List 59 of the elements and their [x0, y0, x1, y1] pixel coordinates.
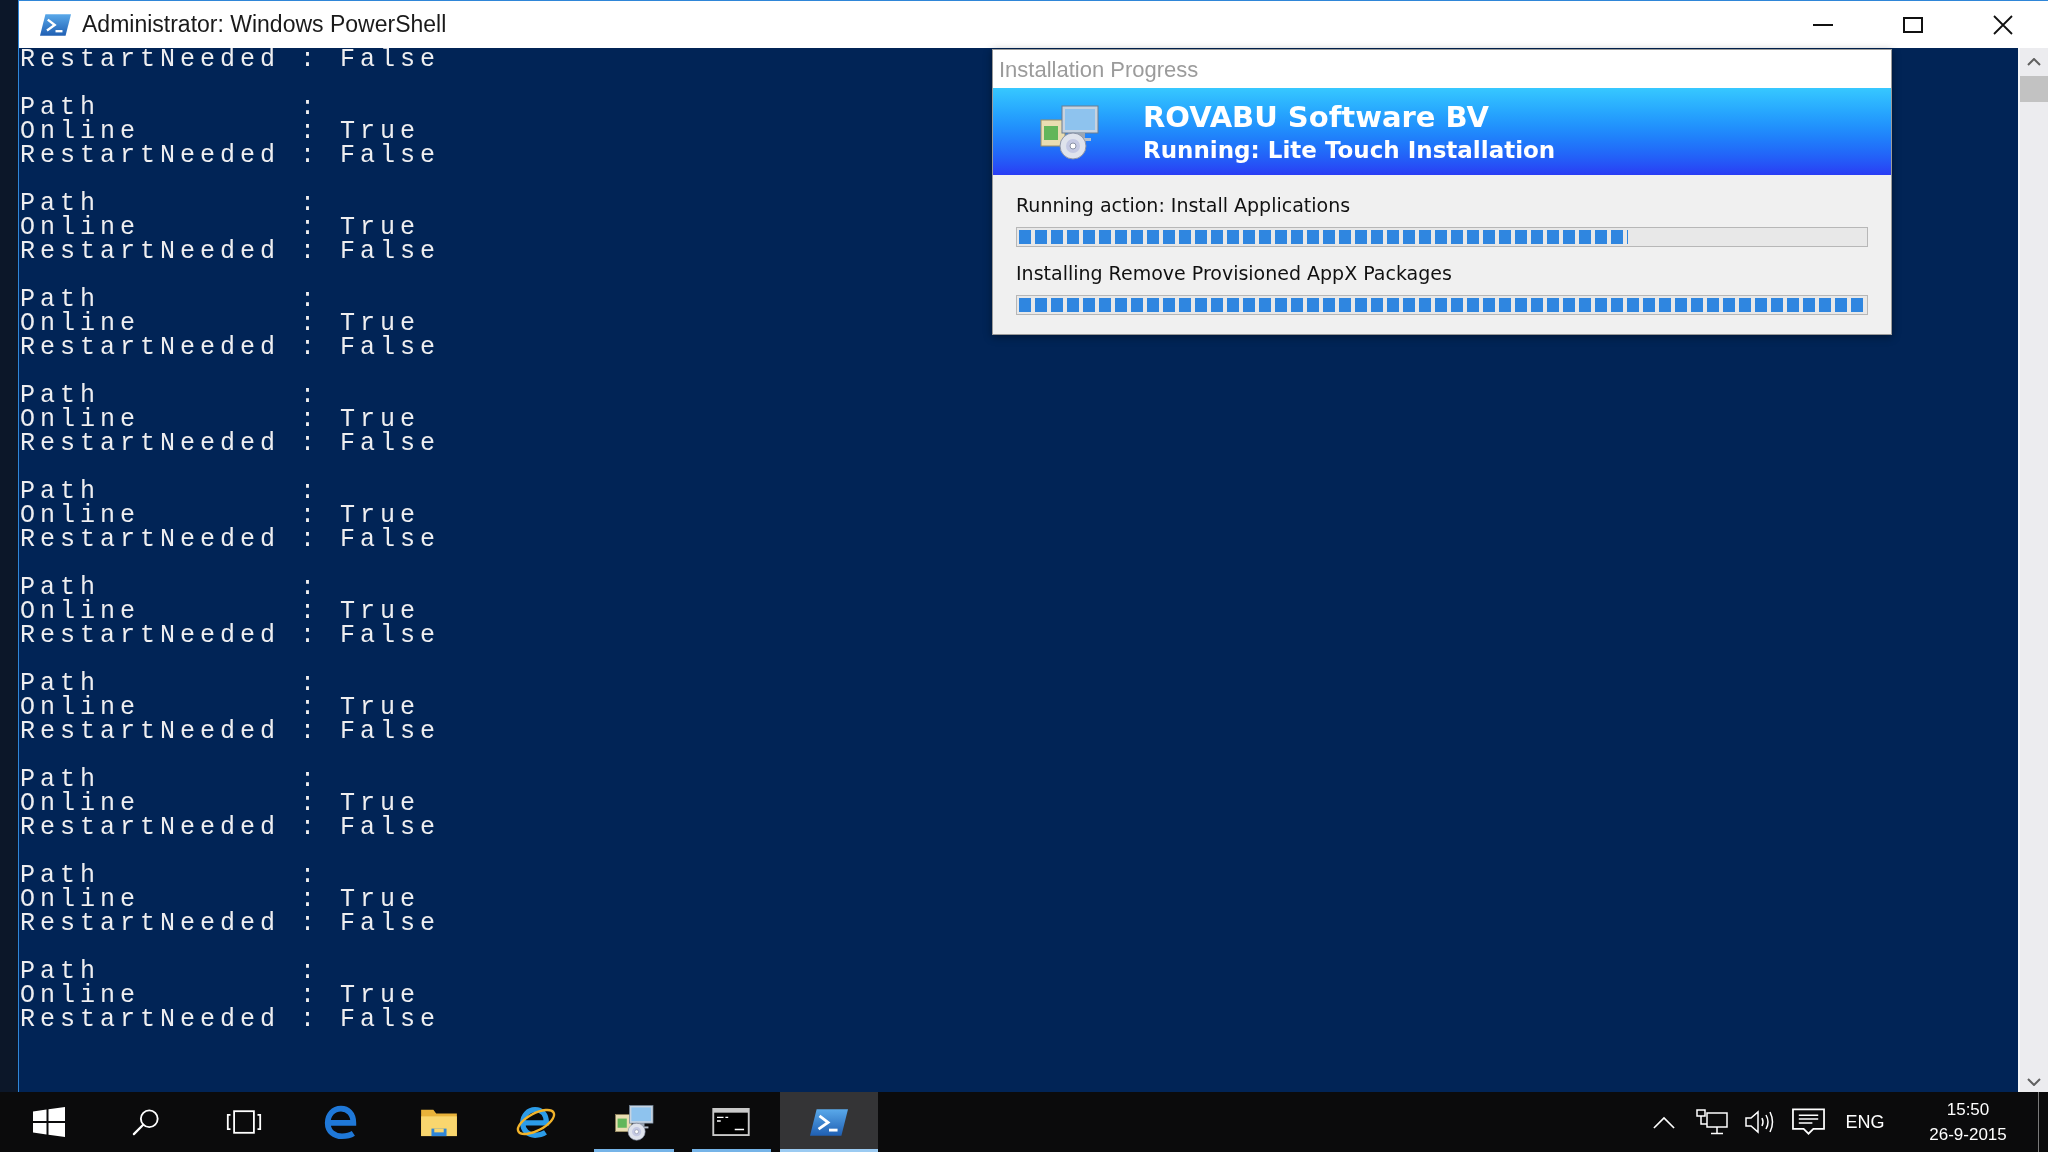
scroll-up-icon[interactable]	[2027, 58, 2041, 66]
windows-logo-icon	[32, 1107, 65, 1137]
console-line: Online : True	[20, 984, 421, 1008]
console-line: Online : True	[20, 696, 421, 720]
prompt-icon	[809, 1108, 848, 1136]
window-title: Administrator: Windows PowerShell	[82, 10, 447, 40]
console-line: Online : True	[20, 408, 421, 432]
console-line: RestartNeeded : False	[20, 48, 441, 72]
scrollbar-track[interactable]	[2018, 48, 2048, 1092]
console-line: Path :	[20, 768, 321, 792]
console-line: Online : True	[20, 216, 421, 240]
computer-disc-icon	[1037, 103, 1101, 160]
console-line: RestartNeeded : False	[20, 720, 441, 744]
console-line: Path :	[20, 480, 321, 504]
message-icon	[1791, 1108, 1825, 1136]
chevron-up-icon	[1653, 1115, 1675, 1129]
console-line: RestartNeeded : False	[20, 912, 441, 936]
console-line: RestartNeeded : False	[20, 624, 441, 648]
scrollbar-thumb[interactable]	[2020, 76, 2048, 102]
console-line: Online : True	[20, 312, 421, 336]
console-line: RestartNeeded : False	[20, 240, 441, 264]
console-line: Online : True	[20, 120, 421, 144]
console-line: Online : True	[20, 600, 421, 624]
progress-label: Running action: Install Applications	[1016, 194, 1351, 216]
clock-button[interactable]: 15:50 26-9-2015	[1898, 1092, 2038, 1152]
console-line: Path :	[20, 576, 321, 600]
dialog-title: Installation Progress	[999, 55, 1199, 84]
terminal-window-icon	[711, 1108, 752, 1136]
console-line: RestartNeeded : False	[20, 528, 441, 552]
prompt-icon	[40, 13, 71, 36]
dialog-subheading: Running: Lite Touch Installation	[1143, 135, 1556, 165]
console-line: Path :	[20, 864, 321, 888]
taskbar-app-button[interactable]	[780, 1092, 878, 1152]
console-line: RestartNeeded : False	[20, 336, 441, 360]
close-icon	[1993, 14, 2013, 35]
maximize-icon	[1903, 16, 1923, 33]
console-line: RestartNeeded : False	[20, 144, 441, 168]
volume-icon	[1744, 1109, 1776, 1135]
scroll-down-icon[interactable]	[2027, 1078, 2041, 1086]
console-line: Path :	[20, 288, 321, 312]
console-line: RestartNeeded : False	[20, 432, 441, 456]
console-line: Online : True	[20, 504, 421, 528]
console-line: Online : True	[20, 888, 421, 912]
network-icon	[1696, 1109, 1728, 1135]
console-line: Path :	[20, 96, 321, 120]
console-line: Path :	[20, 672, 321, 696]
console-line: Online : True	[20, 792, 421, 816]
minimize-icon	[1813, 23, 1833, 26]
task-view-icon	[225, 1109, 262, 1135]
progress-label: Installing Remove Provisioned AppX Packages	[1016, 262, 1452, 284]
search-icon	[132, 1108, 161, 1136]
dialog-heading: ROVABU Software BV	[1143, 98, 1490, 135]
console-line: Path :	[20, 384, 321, 408]
console-line: RestartNeeded : False	[20, 1008, 441, 1032]
console-line: Path :	[20, 192, 321, 216]
console-line: Path :	[20, 960, 321, 984]
console-line: RestartNeeded : False	[20, 816, 441, 840]
language-button[interactable]: ENG	[1832, 1092, 1898, 1152]
computer-disc-icon	[612, 1103, 655, 1141]
